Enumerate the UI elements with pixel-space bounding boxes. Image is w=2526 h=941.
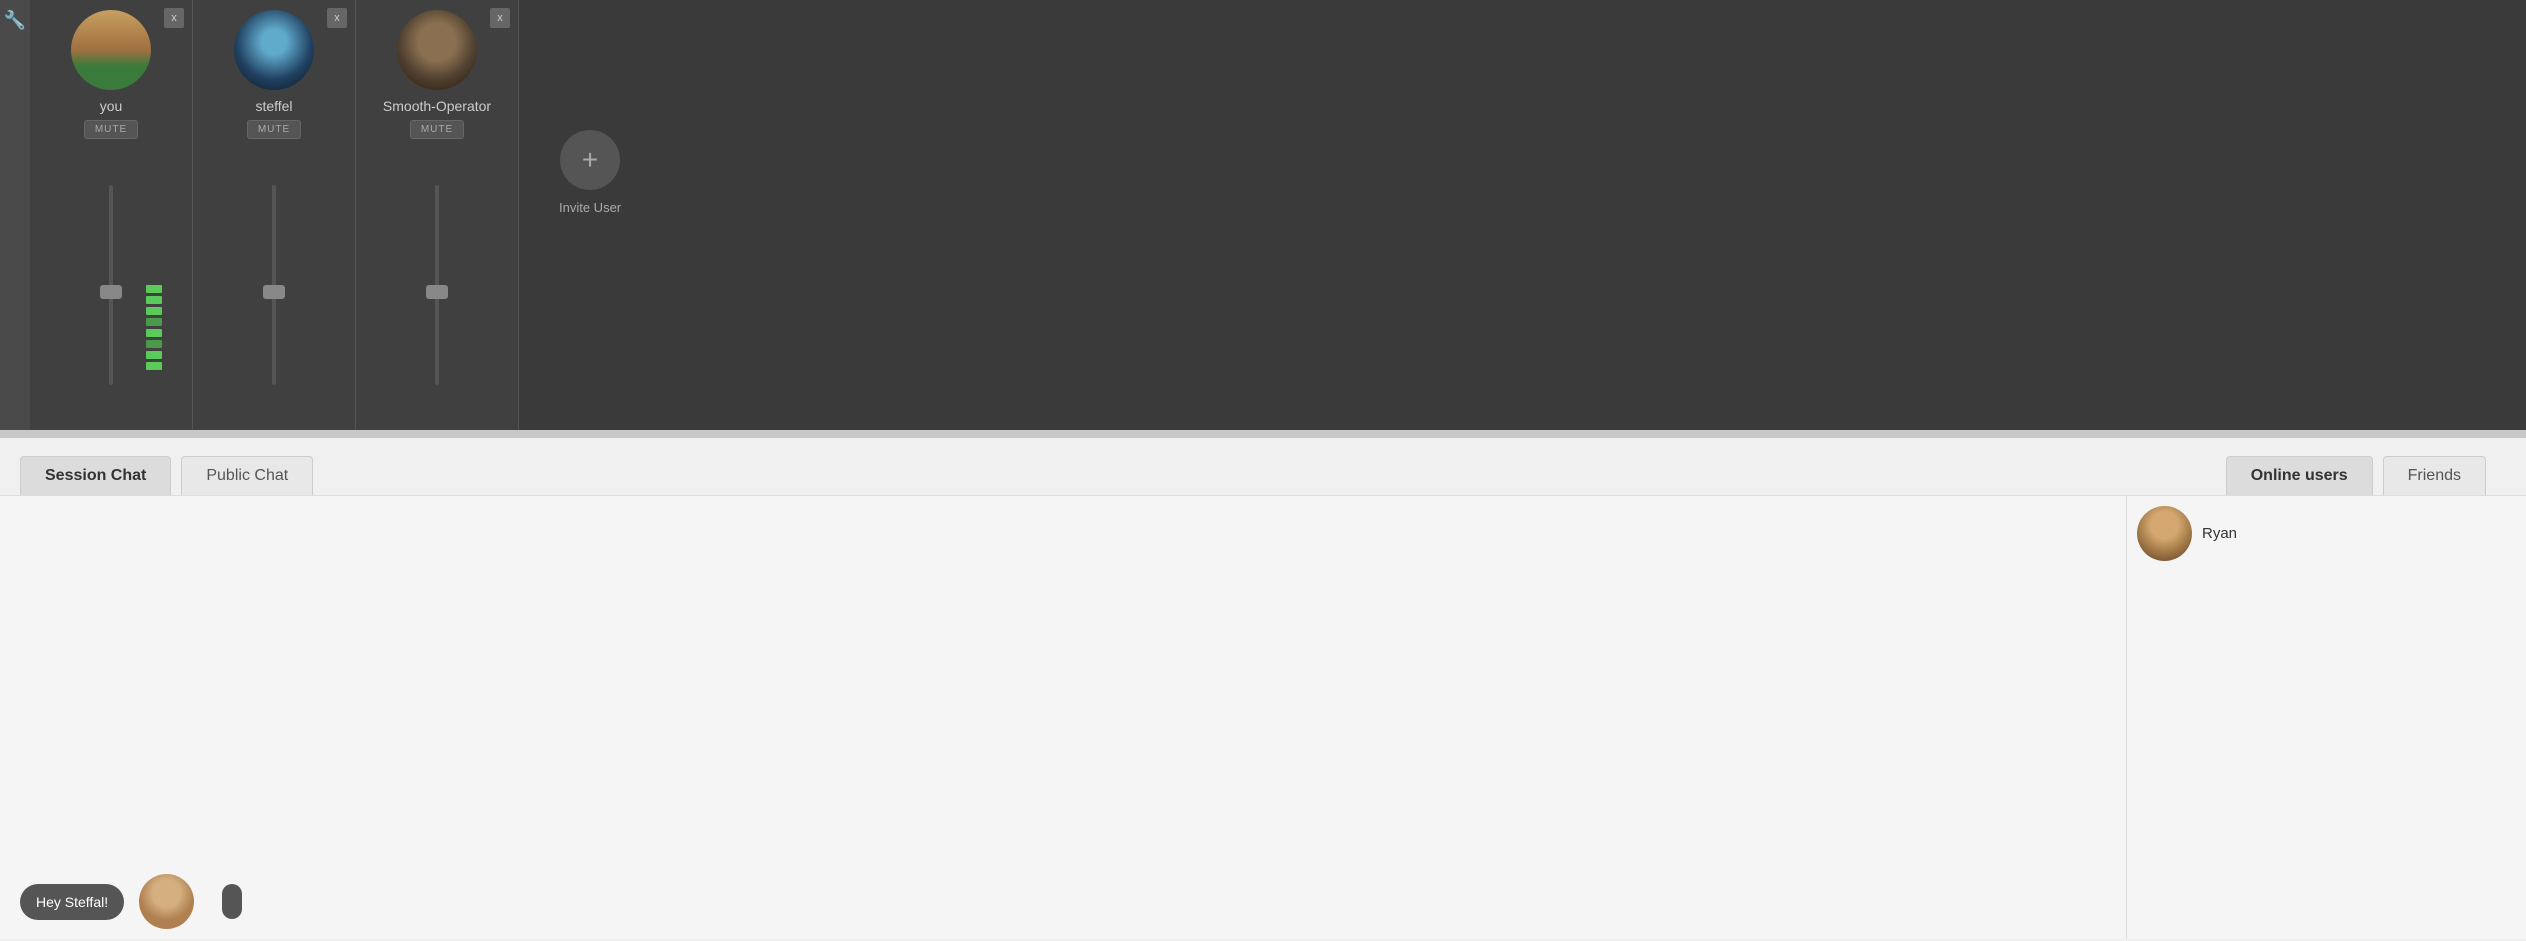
- main-area: Session Chat Public Chat Online users Fr…: [0, 438, 2526, 941]
- voice-user-card-smooth: x Smooth-Operator MUTE: [356, 0, 519, 430]
- bottom-content: Hey Steffal! Ryan: [0, 496, 2526, 939]
- username-steffel: steffel: [255, 98, 292, 114]
- chat-tabs-row: Session Chat Public Chat Online users Fr…: [0, 438, 2526, 496]
- online-user-item-ryan: Ryan: [2137, 506, 2516, 561]
- slider-track-you: [109, 185, 113, 385]
- vu-bar-2: [146, 296, 162, 304]
- vu-bar-1: [146, 285, 162, 293]
- voice-section: 🔧 x you MUTE: [0, 0, 2526, 430]
- slider-track-steffel: [272, 185, 276, 385]
- mute-button-smooth[interactable]: MUTE: [410, 120, 464, 139]
- invite-user-area: + Invite User: [519, 0, 621, 430]
- mic-icon-area: [209, 874, 254, 929]
- vu-bar-6: [146, 340, 162, 348]
- volume-slider-you: [30, 139, 192, 430]
- mute-button-you[interactable]: MUTE: [84, 120, 138, 139]
- avatar-you: [71, 10, 151, 90]
- section-separator: [0, 430, 2526, 438]
- vu-bar-7: [146, 351, 162, 359]
- left-sidebar: 🔧: [0, 0, 30, 430]
- username-smooth: Smooth-Operator: [383, 98, 491, 114]
- wrench-icon: 🔧: [4, 10, 26, 31]
- mic-icon: [222, 884, 242, 919]
- slider-track-smooth: [435, 185, 439, 385]
- avatar-steffel: [234, 10, 314, 90]
- invite-user-button[interactable]: +: [560, 130, 620, 190]
- volume-slider-steffel: [193, 139, 355, 430]
- invite-user-label: Invite User: [559, 200, 621, 215]
- vu-bar-3: [146, 307, 162, 315]
- close-button-steffel[interactable]: x: [327, 8, 347, 28]
- avatar-ryan: [2137, 506, 2192, 561]
- slider-handle-you[interactable]: [100, 285, 122, 299]
- voice-users-container: x you MUTE: [30, 0, 2526, 430]
- tab-public-chat[interactable]: Public Chat: [181, 456, 313, 495]
- vu-meter-you: [146, 285, 162, 370]
- right-sidebar: Ryan: [2126, 496, 2526, 939]
- username-you: you: [100, 98, 123, 114]
- tab-friends[interactable]: Friends: [2383, 456, 2486, 495]
- tab-session-chat[interactable]: Session Chat: [20, 456, 171, 495]
- vu-bar-4: [146, 318, 162, 326]
- right-tabs: Online users Friends: [2226, 456, 2486, 495]
- voice-user-card-you: x you MUTE: [30, 0, 193, 430]
- avatar-smooth: [397, 10, 477, 90]
- chat-area: Hey Steffal!: [0, 496, 2126, 939]
- voice-user-card-steffel: x steffel MUTE: [193, 0, 356, 430]
- close-button-you[interactable]: x: [164, 8, 184, 28]
- chat-preview: Hey Steffal!: [20, 874, 2106, 929]
- chat-avatar: [139, 874, 194, 929]
- mute-button-steffel[interactable]: MUTE: [247, 120, 301, 139]
- close-button-smooth[interactable]: x: [490, 8, 510, 28]
- vu-bar-8: [146, 362, 162, 370]
- chat-bubble: Hey Steffal!: [20, 884, 124, 920]
- volume-slider-smooth: [356, 139, 518, 430]
- left-tabs: Session Chat Public Chat: [20, 456, 313, 495]
- online-user-name-ryan: Ryan: [2202, 525, 2237, 542]
- vu-bar-5: [146, 329, 162, 337]
- slider-handle-smooth[interactable]: [426, 285, 448, 299]
- tab-online-users[interactable]: Online users: [2226, 456, 2373, 495]
- slider-handle-steffel[interactable]: [263, 285, 285, 299]
